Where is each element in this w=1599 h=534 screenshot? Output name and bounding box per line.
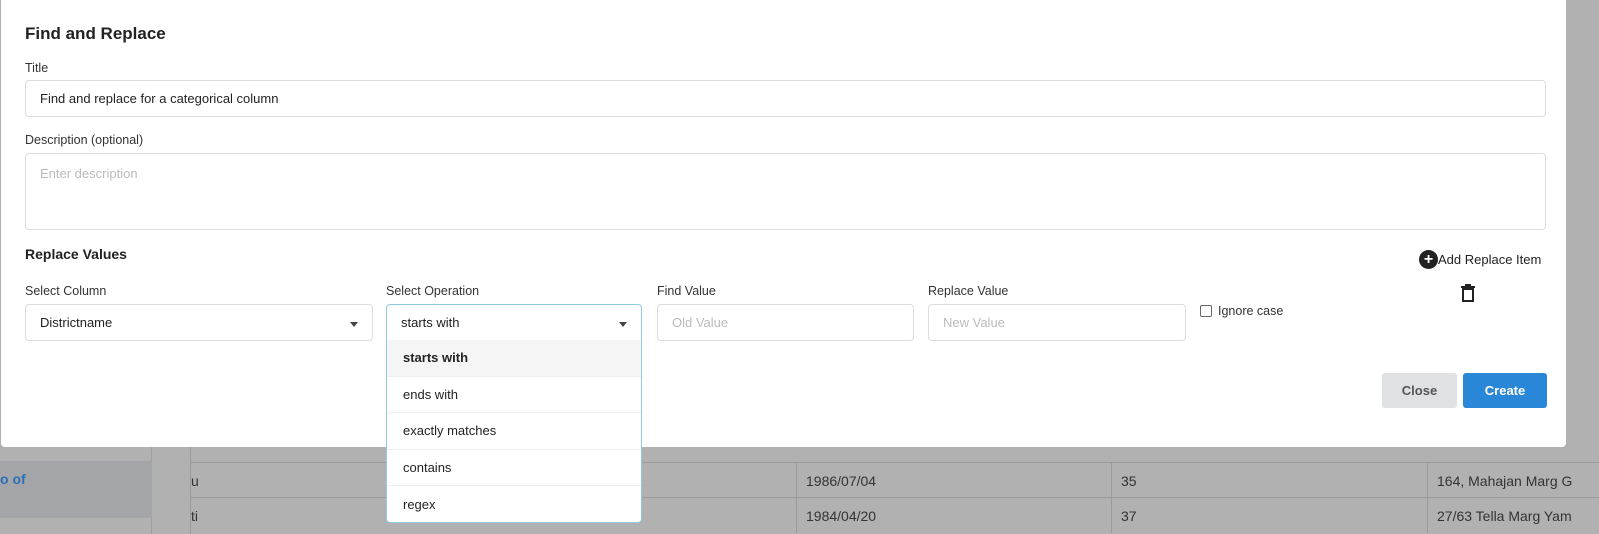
find-replace-modal: Find and Replace Title Find and replace … — [1, 0, 1566, 447]
caret-down-icon — [619, 322, 627, 327]
replace-value-label: Replace Value — [928, 284, 1009, 298]
select-operation-label: Select Operation — [386, 284, 480, 298]
description-textarea[interactable]: Enter description — [25, 153, 1546, 230]
ignore-case-checkbox[interactable]: Ignore case — [1200, 304, 1283, 318]
find-value-label: Find Value — [657, 284, 716, 298]
caret-down-icon — [350, 322, 358, 327]
find-value-input[interactable]: Old Value — [657, 304, 914, 341]
title-label: Title — [25, 61, 49, 75]
replace-value-input[interactable]: New Value — [928, 304, 1186, 341]
close-button[interactable]: Close — [1382, 373, 1457, 408]
modal-title: Find and Replace — [25, 24, 166, 43]
trash-icon[interactable] — [1461, 284, 1475, 302]
plus-circle-icon: + — [1419, 250, 1438, 269]
create-button[interactable]: Create — [1463, 373, 1547, 408]
title-input[interactable]: Find and replace for a categorical colum… — [25, 80, 1546, 117]
option-contains[interactable]: contains — [387, 450, 641, 486]
option-starts-with[interactable]: starts with — [387, 340, 641, 377]
select-column-dropdown[interactable]: Districtname — [25, 304, 373, 341]
background-sidebar-item[interactable]: o of — [0, 461, 152, 518]
option-regex[interactable]: regex — [387, 486, 641, 523]
description-label: Description (optional) — [25, 133, 144, 147]
option-exactly-matches[interactable]: exactly matches — [387, 413, 641, 450]
replace-values-heading: Replace Values — [25, 246, 127, 262]
checkbox-icon — [1200, 305, 1212, 317]
operation-options-menu: starts with ends with exactly matches co… — [386, 340, 642, 523]
select-column-label: Select Column — [25, 284, 107, 298]
select-operation-dropdown[interactable]: starts with — [386, 304, 642, 341]
option-ends-with[interactable]: ends with — [387, 377, 641, 413]
add-replace-item-button[interactable]: + Add Replace Item — [1419, 250, 1541, 269]
